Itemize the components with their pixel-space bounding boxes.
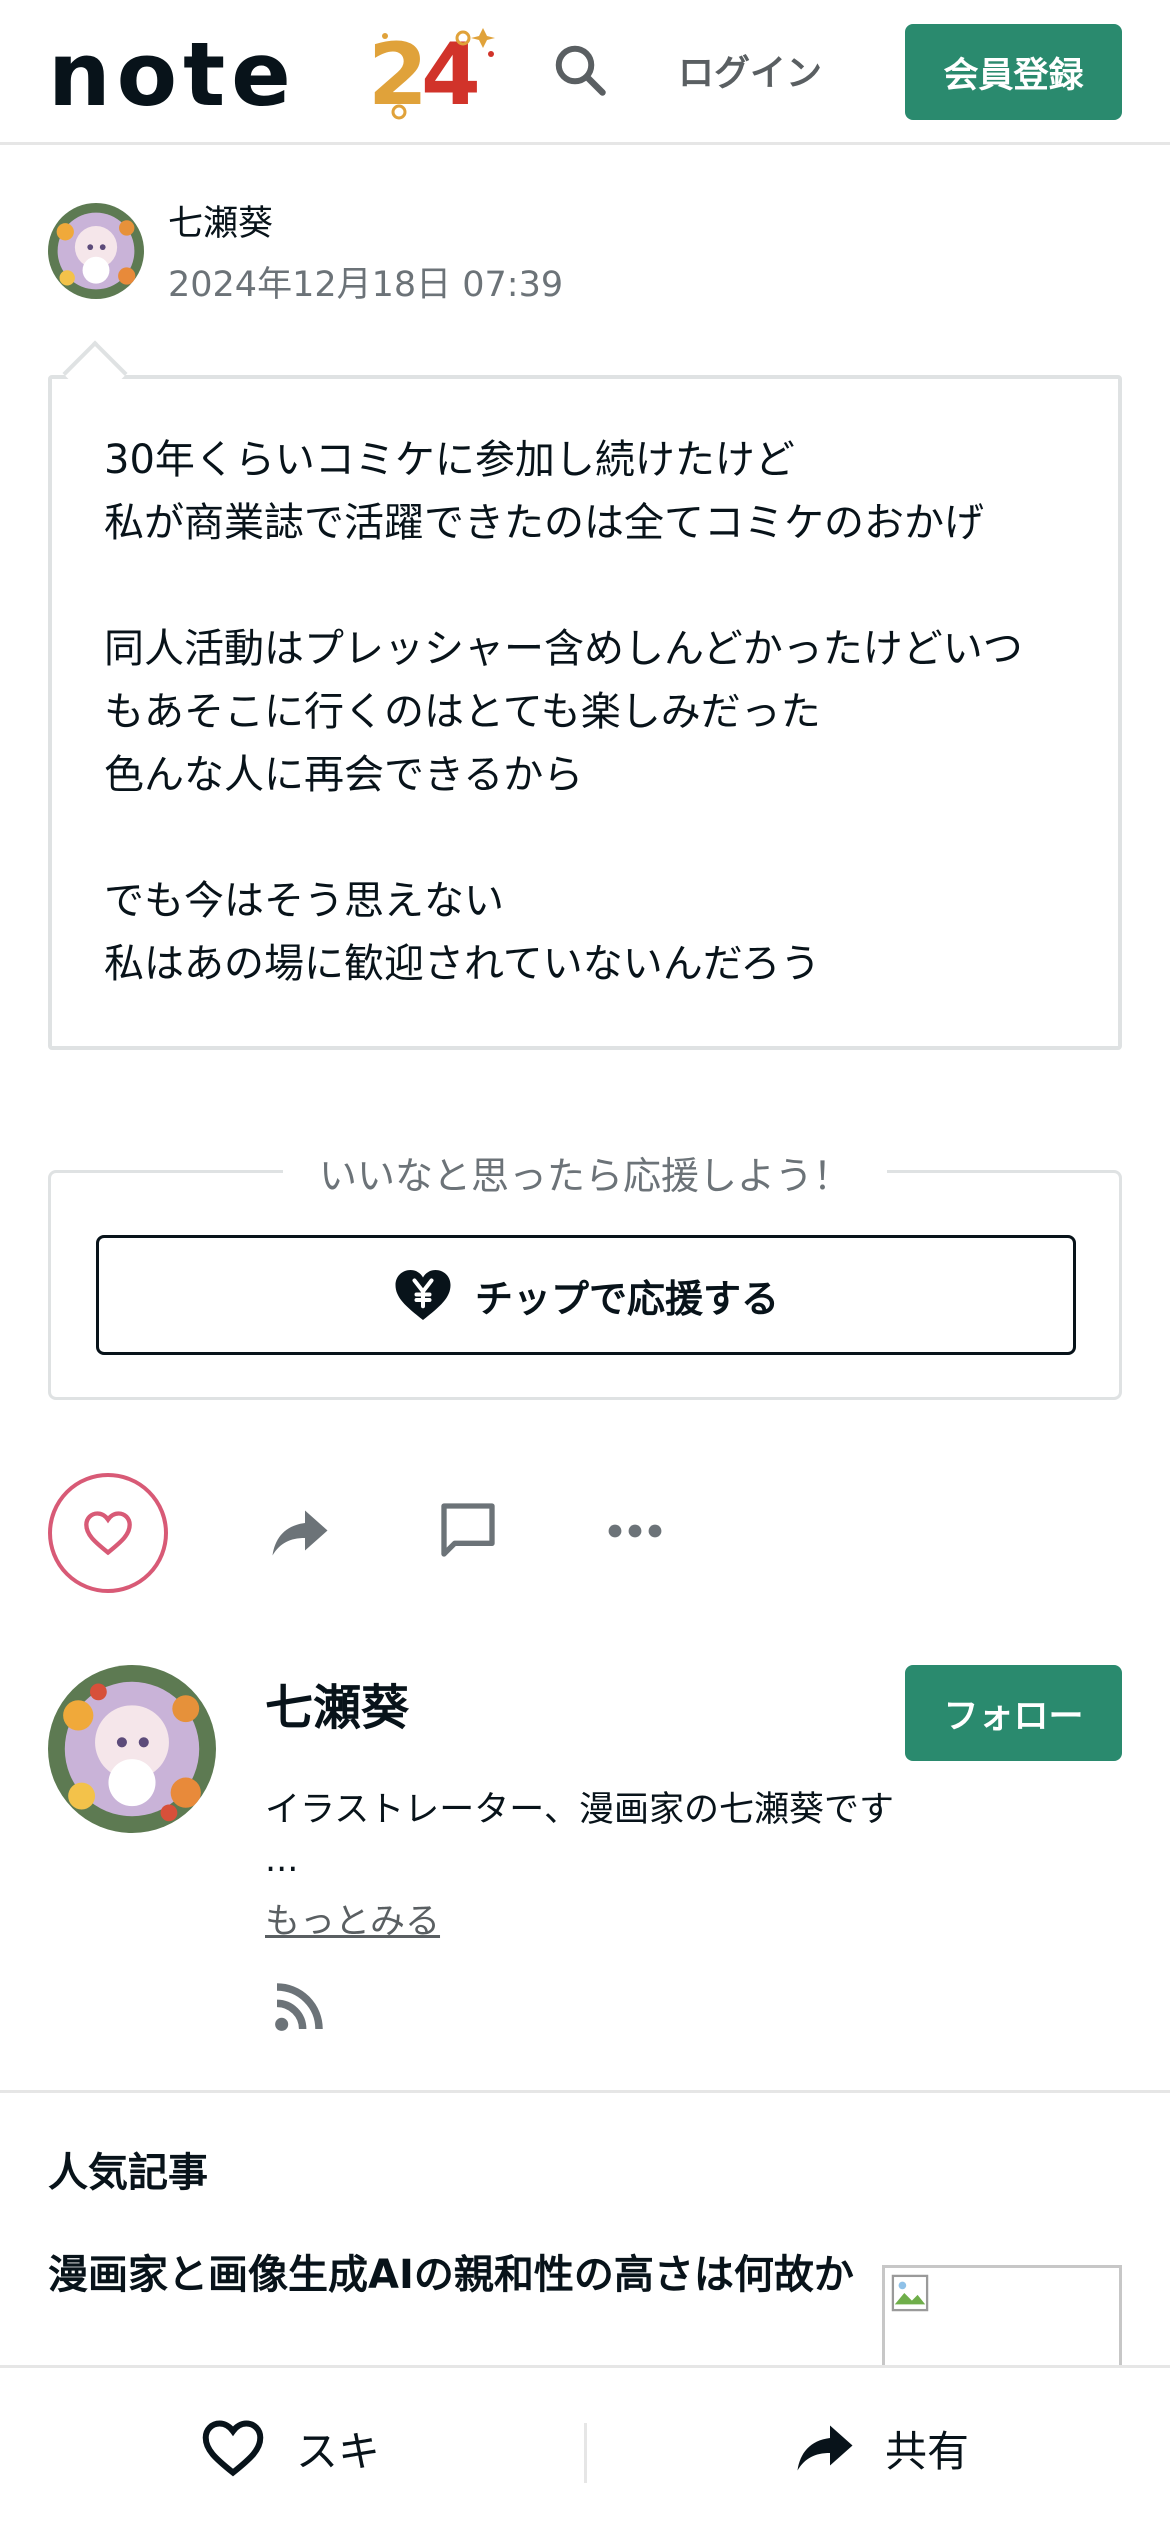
search-icon [555,45,606,96]
bottom-share-label: 共有 [885,2426,970,2476]
bottom-action-bar: スキ 共有 [0,2365,1170,2532]
login-link[interactable]: ログイン [678,44,822,96]
author-avatar[interactable] [48,203,144,299]
tip-button-label: チップで応援する [474,1276,779,1321]
author-name[interactable]: 七瀬葵 [168,195,563,246]
like-button[interactable] [48,1473,168,1593]
share-arrow-icon [797,2425,853,2471]
note-logo[interactable]: note 2 4 [48,23,495,126]
more-options-button[interactable] [600,1496,670,1566]
site-header: note 2 4 ログイン 会員登録 [0,0,1170,145]
share-arrow-icon [272,1510,328,1556]
bottom-like-button[interactable]: スキ [200,2408,380,2488]
comment-icon [441,1503,495,1557]
rss-icon [275,1983,323,2031]
yen-heart-icon [395,1270,451,1320]
popular-article-title[interactable]: 漫画家と画像生成AIの親和性の高さは何故か [48,2245,858,2305]
post-author-row[interactable]: 七瀬葵 2024年12月18日 07:39 [48,195,563,307]
broken-image-icon [891,2274,929,2312]
popular-article-thumbnail[interactable] [882,2265,1122,2375]
heart-icon [202,2420,264,2477]
tip-section: いいなと思ったら応援しよう！ チップで応援する [48,1145,1122,1400]
share-button[interactable] [265,1498,335,1568]
section-divider [0,2090,1170,2093]
logo-wordmark: note [48,23,297,126]
author-meta: 七瀬葵 2024年12月18日 07:39 [168,195,563,307]
search-button[interactable] [545,35,615,105]
post-body-text: 30年くらいコミケに参加し続けたけど 私が商業誌で活躍できたのは全てコミケのおか… [104,437,1023,987]
tip-caption: いいなと思ったら応援しよう！ [282,1145,888,1200]
creator-bio-ellipsis: ... [265,1840,299,1880]
creator-bio: イラストレーター、漫画家の七瀬葵です ... [265,1785,894,1885]
bottom-like-label: スキ [296,2426,381,2476]
creator-avatar[interactable] [48,1665,216,1833]
svg-text:4: 4 [421,25,481,124]
popular-articles-heading: 人気記事 [48,2150,208,2196]
avatar-illustration-icon [48,1665,216,1833]
signup-button[interactable]: 会員登録 [905,24,1122,120]
bottom-bar-divider [584,2423,587,2483]
post-body-box: 30年くらいコミケに参加し続けたけど 私が商業誌で活躍できたのは全てコミケのおか… [48,375,1122,1050]
logo-24-badge-icon: 2 4 [368,25,495,124]
heart-icon [84,1511,132,1556]
follow-button[interactable]: フォロー [905,1665,1122,1761]
see-more-link[interactable]: もっとみる [265,1893,440,1944]
creator-bio-text: イラストレーター、漫画家の七瀬葵です [265,1790,894,1830]
more-dots-icon [608,1524,662,1538]
creator-name[interactable]: 七瀬葵 [265,1668,409,1738]
rss-button[interactable] [270,1980,326,2036]
avatar-illustration-icon [48,203,144,299]
bottom-share-button[interactable]: 共有 [795,2408,969,2488]
comment-button[interactable] [433,1495,503,1565]
svg-text:2: 2 [368,25,428,124]
post-date: 2024年12月18日 07:39 [168,265,564,305]
tip-button[interactable]: チップで応援する [96,1235,1076,1355]
